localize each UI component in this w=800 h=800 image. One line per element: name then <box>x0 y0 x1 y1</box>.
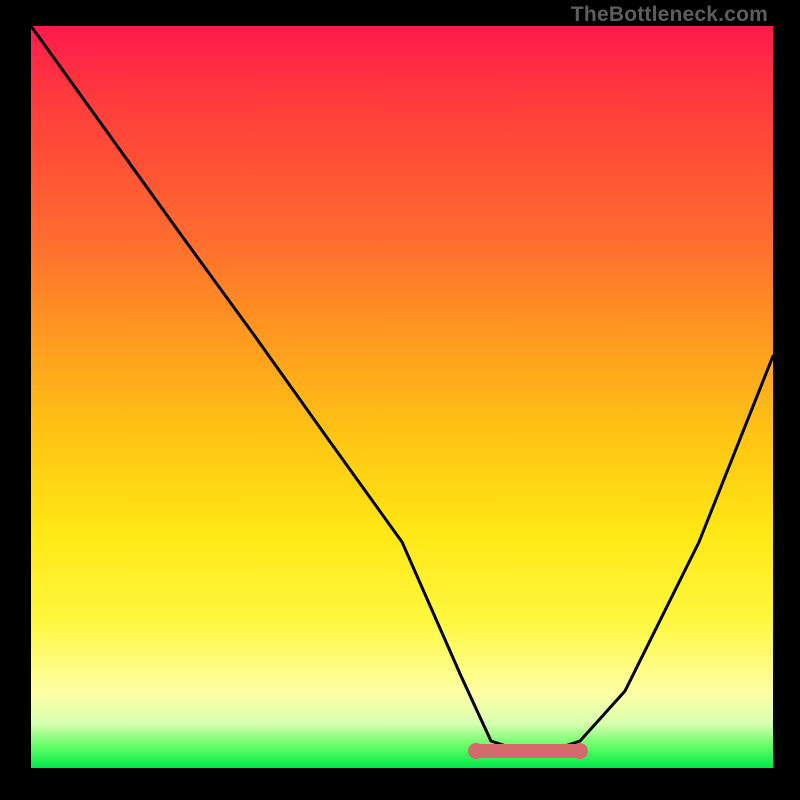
gradient-background <box>31 26 773 768</box>
chart-frame <box>31 26 773 768</box>
watermark-text: TheBottleneck.com <box>571 3 768 27</box>
plot-area <box>31 26 773 768</box>
